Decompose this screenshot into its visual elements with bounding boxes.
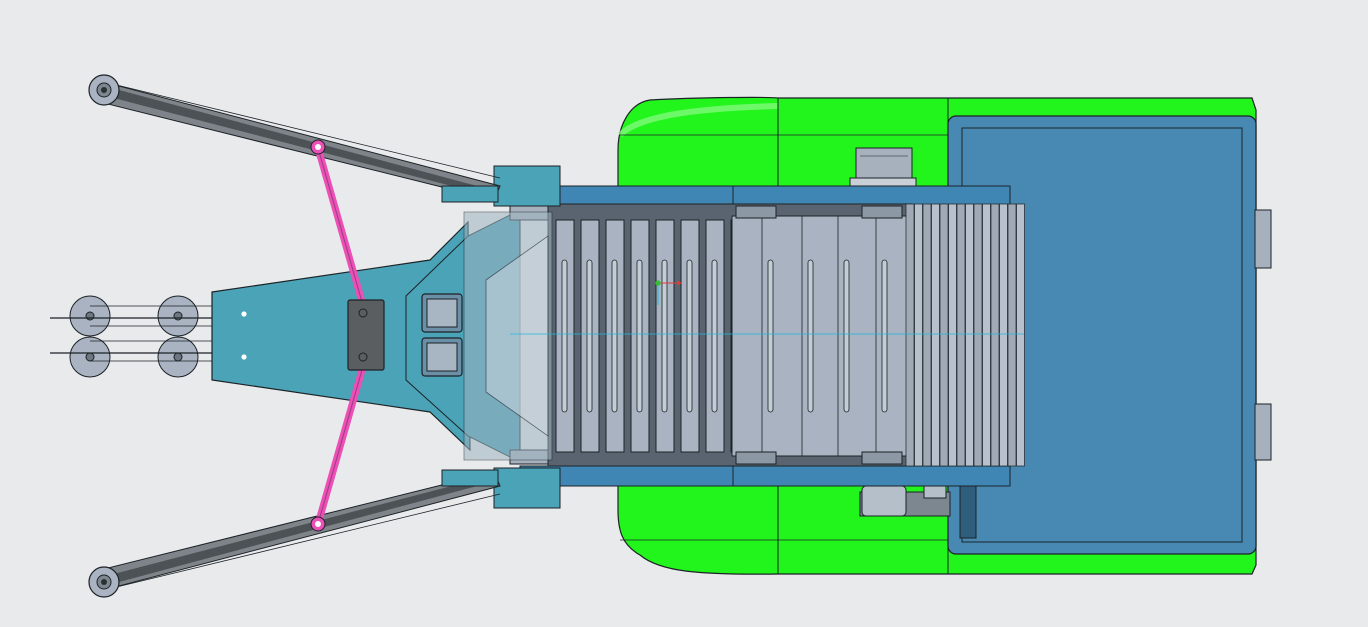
conveyor-slat bbox=[580, 219, 600, 453]
drive-motor bbox=[849, 147, 917, 187]
rear-roller bbox=[982, 203, 991, 467]
front-pulley bbox=[157, 295, 199, 337]
rear-roller bbox=[931, 203, 940, 467]
rear-roller bbox=[914, 203, 923, 467]
front-pulley bbox=[69, 336, 111, 378]
front-pulley bbox=[157, 336, 199, 378]
rear-roller bbox=[948, 203, 957, 467]
machine-top-view bbox=[50, 74, 1272, 598]
front-pulley bbox=[69, 295, 111, 337]
rear-roller bbox=[922, 203, 932, 467]
rear-roller-stack bbox=[905, 203, 1025, 467]
lower-arm bbox=[88, 469, 501, 598]
rear-roller bbox=[939, 203, 949, 467]
conveyor-slat bbox=[630, 219, 650, 453]
front-pulley-set bbox=[50, 295, 212, 378]
cad-viewport[interactable] bbox=[0, 0, 1368, 627]
rear-roller bbox=[990, 203, 1000, 467]
conveyor-slat bbox=[605, 219, 625, 453]
translucent-guide bbox=[463, 211, 553, 461]
drum-roller bbox=[731, 205, 913, 465]
rear-roller bbox=[905, 203, 915, 467]
conveyor-slat bbox=[555, 219, 575, 453]
rear-roller bbox=[999, 203, 1008, 467]
lower-linkage bbox=[859, 485, 951, 517]
conveyor-slat bbox=[680, 219, 700, 453]
rear-roller bbox=[1016, 203, 1025, 467]
conveyor-slat bbox=[655, 219, 675, 453]
rear-roller bbox=[965, 203, 974, 467]
conveyor-slat bbox=[705, 219, 725, 453]
rear-roller bbox=[956, 203, 966, 467]
rear-roller bbox=[1007, 203, 1017, 467]
rear-roller bbox=[973, 203, 983, 467]
conveyor-slats bbox=[555, 205, 913, 465]
upper-arm bbox=[88, 74, 501, 203]
